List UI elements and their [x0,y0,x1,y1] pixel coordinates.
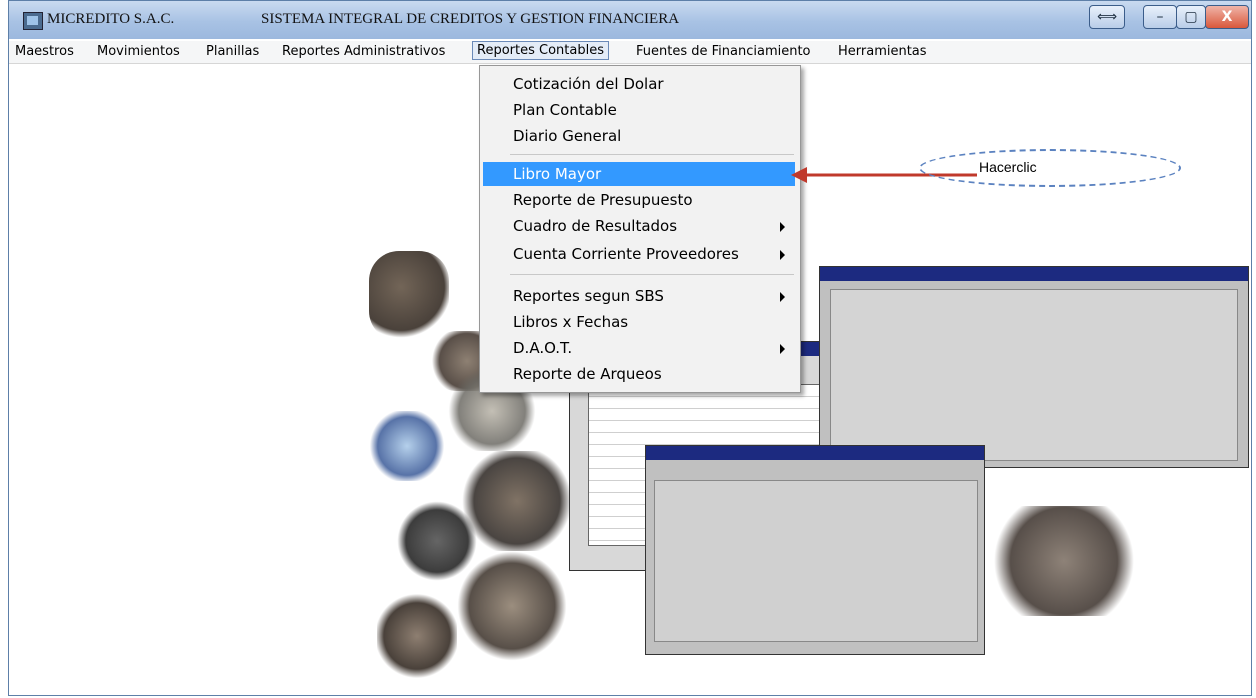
menuitem-label: Cuenta Corriente Proveedores [513,245,739,263]
photo-woman-phone [369,251,449,341]
menu-fuentes-financiamiento[interactable]: Fuentes de Financiamiento [632,43,815,60]
system-title: SISTEMA INTEGRAL DE CREDITOS Y GESTION F… [261,11,680,27]
reportes-contables-dropdown: Cotización del Dolar Plan Contable Diari… [479,65,801,393]
photo-meeting [984,506,1144,616]
menuitem-cotizacion-dolar[interactable]: Cotización del Dolar [483,72,795,96]
menuitem-label: Cuadro de Resultados [513,217,678,235]
menuitem-plan-contable[interactable]: Plan Contable [483,98,795,122]
minimize-button[interactable]: – [1143,5,1177,29]
menu-separator [510,154,794,155]
menuitem-label: Libro Mayor [513,165,602,183]
annotation-callout-text: Hacerclic [979,159,1037,175]
menuitem-label: Libros x Fechas [513,313,629,331]
menuitem-label: Reportes segun SBS [513,287,664,305]
menu-herramientas[interactable]: Herramientas [834,43,931,60]
menuitem-label: Reporte de Arqueos [513,365,662,383]
menuitem-reporte-presupuesto[interactable]: Reporte de Presupuesto [483,188,795,212]
background-proveedores-window [645,445,985,655]
menuitem-cuadro-resultados[interactable]: Cuadro de Resultados [483,214,795,238]
company-title: MICREDITO S.A.C. [47,11,175,27]
background-cjc-window [819,266,1249,468]
menu-separator [510,274,794,275]
submenu-arrow-icon [780,292,785,302]
menu-reportes-contables[interactable]: Reportes Contables [472,41,609,60]
menuitem-label: Reporte de Presupuesto [513,191,693,209]
submenu-arrow-icon [780,344,785,354]
menu-planillas[interactable]: Planillas [202,43,263,60]
annotation-callout-ellipse [919,149,1181,187]
menu-bar: Maestros Movimientos Planillas Reportes … [9,41,1251,64]
resize-button[interactable]: ⟺ [1089,5,1125,29]
photo-man-phone [377,591,457,681]
maximize-button[interactable]: ▢ [1176,5,1206,29]
menu-reportes-administrativos[interactable]: Reportes Administrativos [278,43,449,60]
app-window: MICREDITO S.A.C. SISTEMA INTEGRAL DE CRE… [8,0,1252,696]
menuitem-label: Cotización del Dolar [513,75,664,93]
app-icon [23,12,43,30]
title-bar[interactable]: MICREDITO S.A.C. SISTEMA INTEGRAL DE CRE… [9,1,1251,39]
menuitem-label: Plan Contable [513,101,617,119]
photo-woman-desk [457,551,567,661]
photo-painting [367,411,447,481]
menu-movimientos[interactable]: Movimientos [93,43,184,60]
menuitem-label: D.A.O.T. [513,339,573,357]
menuitem-reporte-arqueos[interactable]: Reporte de Arqueos [483,362,795,386]
menuitem-libro-mayor[interactable]: Libro Mayor [483,162,795,186]
menu-maestros[interactable]: Maestros [11,43,78,60]
submenu-arrow-icon [780,250,785,260]
close-button[interactable]: X [1205,5,1249,29]
menuitem-label: Diario General [513,127,622,145]
menuitem-reportes-sbs[interactable]: Reportes segun SBS [483,284,795,308]
menuitem-cuenta-corriente-proveedores[interactable]: Cuenta Corriente Proveedores [483,242,795,266]
menuitem-libros-fechas[interactable]: Libros x Fechas [483,310,795,334]
submenu-arrow-icon [780,222,785,232]
menuitem-diario-general[interactable]: Diario General [483,124,795,148]
menuitem-daot[interactable]: D.A.O.T. [483,336,795,360]
